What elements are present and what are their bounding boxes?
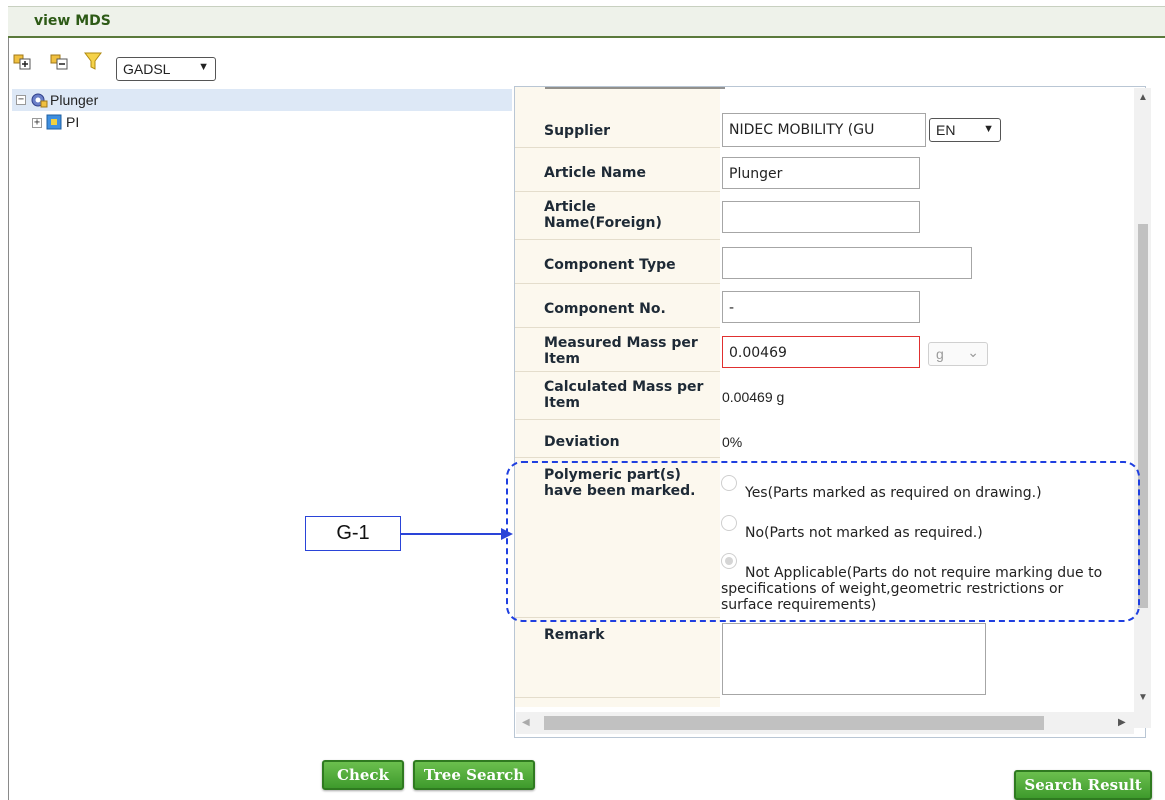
component-no-label: Component No. — [544, 301, 666, 317]
annotation-dashed-outline — [506, 461, 1140, 622]
calculated-mass-value: 0.00469 g — [722, 389, 785, 405]
chevron-down-icon: ▼ — [198, 61, 209, 73]
label-line: Item — [544, 351, 580, 367]
row-separator — [515, 239, 720, 240]
tree-expand-icon[interactable]: + — [32, 118, 42, 128]
remark-textarea[interactable] — [722, 623, 986, 695]
tree-search-button[interactable]: Tree Search — [413, 760, 535, 790]
annotation-arrow-line — [401, 533, 505, 535]
deviation-label: Deviation — [544, 434, 620, 450]
supplier-field[interactable]: NIDEC MOBILITY (GU — [722, 113, 926, 147]
label-line: Item — [544, 395, 580, 411]
check-button[interactable]: Check — [322, 760, 404, 790]
measured-mass-value: 0.00469 — [729, 345, 787, 361]
row-separator — [515, 457, 720, 458]
mds-detail-panel: Supplier NIDEC MOBILITY (GU EN ▼ Article… — [514, 86, 1146, 738]
search-result-button[interactable]: Search Result — [1014, 770, 1152, 800]
component-type-field[interactable] — [722, 247, 972, 279]
horizontal-scroll-thumb[interactable] — [544, 716, 1044, 730]
label-line: Article — [544, 199, 596, 215]
scroll-down-icon[interactable]: ▼ — [1138, 692, 1148, 703]
filter-icon[interactable] — [84, 52, 102, 70]
chevron-down-icon: ▼ — [983, 123, 994, 135]
component-no-value: - — [729, 300, 735, 316]
clipped-row-label — [545, 87, 725, 89]
label-line: Calculated Mass per — [544, 379, 704, 395]
tree-child-label[interactable]: PI — [66, 114, 79, 130]
article-name-value: Plunger — [729, 166, 783, 182]
material-icon — [46, 114, 62, 130]
language-select[interactable]: EN ▼ — [929, 118, 1001, 142]
chevron-down-icon: ⌄ — [967, 344, 979, 360]
row-separator — [515, 697, 720, 698]
article-name-field[interactable]: Plunger — [722, 157, 920, 189]
supplier-label: Supplier — [544, 123, 611, 139]
mass-unit-select[interactable]: g ⌄ — [928, 342, 988, 366]
expand-all-icon[interactable] — [13, 52, 31, 70]
standard-select[interactable]: GADSL ▼ — [116, 57, 216, 81]
annotation-arrowhead — [501, 528, 513, 540]
component-type-label: Component Type — [544, 257, 676, 273]
supplier-value: NIDEC MOBILITY (GU — [729, 122, 875, 138]
article-name-foreign-field[interactable] — [722, 201, 920, 233]
language-select-value: EN — [936, 122, 956, 138]
article-name-label: Article Name — [544, 165, 646, 181]
label-line: Measured Mass per — [544, 335, 698, 351]
window-title-bar: view MDS — [8, 6, 1165, 38]
remark-label: Remark — [544, 627, 605, 643]
calculated-mass-label: Calculated Mass per Item — [544, 379, 703, 411]
row-separator — [515, 283, 720, 284]
label-line: Name(Foreign) — [544, 215, 662, 231]
left-border — [8, 38, 9, 800]
row-separator — [515, 147, 720, 148]
tree-root-label[interactable]: Plunger — [50, 92, 98, 108]
row-separator — [515, 327, 720, 328]
component-gear-icon — [30, 91, 48, 109]
scroll-right-icon[interactable]: ▶ — [1118, 717, 1126, 728]
scroll-left-icon[interactable]: ◀ — [522, 717, 530, 728]
article-name-foreign-label: Article Name(Foreign) — [544, 199, 662, 231]
measured-mass-label: Measured Mass per Item — [544, 335, 698, 367]
collapse-all-icon[interactable] — [50, 52, 68, 70]
component-no-field[interactable]: - — [722, 291, 920, 323]
standard-select-value: GADSL — [123, 61, 171, 77]
measured-mass-field[interactable]: 0.00469 — [722, 336, 920, 368]
row-separator — [515, 371, 720, 372]
deviation-value: 0% — [722, 434, 743, 450]
row-separator — [515, 191, 720, 192]
tree-collapse-icon[interactable]: − — [16, 95, 26, 105]
mass-unit-value: g — [936, 346, 944, 362]
scroll-up-icon[interactable]: ▲ — [1138, 92, 1148, 103]
annotation-callout: G-1 — [305, 516, 401, 551]
row-separator — [515, 419, 720, 420]
window-title: view MDS — [34, 13, 111, 29]
